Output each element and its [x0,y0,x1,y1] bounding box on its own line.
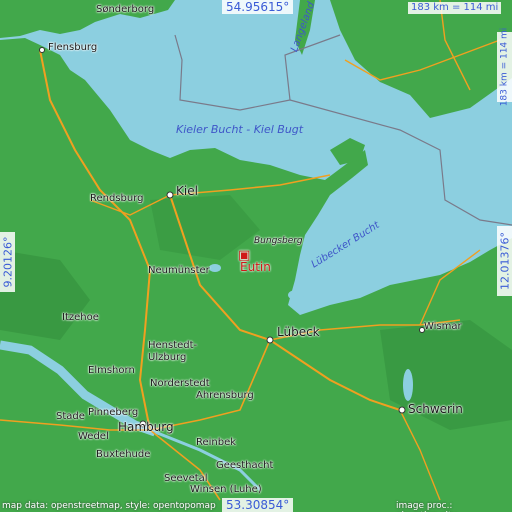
scale-horizontal: 183 km = 114 mi [408,2,502,14]
place-geesthacht: Geesthacht [216,460,274,471]
place-elmshorn: Elmshorn [88,365,135,376]
place-neumuenster: Neumünster [148,265,210,276]
place-norderstedt: Norderstedt [150,378,210,389]
credits-left: map data: openstreetmap, style: opentopo… [2,501,216,511]
place-flensburg: Flensburg [48,42,98,53]
left-longitude: 9.20126° [0,232,15,292]
kieler-bucht-label: Kieler Bucht - Kiel Bugt [176,123,304,136]
place-seevetal: Seevetal [164,473,208,484]
place-kiel: Kiel [176,184,198,198]
marker-label: Eutin [240,260,271,274]
left-longitude-text: 9.20126° [1,236,14,288]
place-wismar: Wismar [424,321,462,332]
scale-vertical-text: 183 km = 114 mi [499,27,509,107]
place-bungsberg: Bungsberg [254,236,303,246]
place-pinneberg: Pinneberg [88,407,139,418]
place-reinbek: Reinbek [196,437,237,448]
scale-vertical: 183 km = 114 mi [497,28,512,106]
place-rendsburg: Rendsburg [90,193,144,204]
map-base [0,0,512,512]
place-ahrensburg: Ahrensburg [196,390,254,401]
place-winsen: Winsen (Luhe) [190,484,262,495]
map-view[interactable]: Kieler Bucht - Kiel Bugt Lübecker Bucht … [0,0,512,512]
place-schwerin: Schwerin [408,402,463,416]
place-henstedt-ulzburg: Henstedt- Ulzburg [148,340,198,363]
place-itzehoe: Itzehoe [62,312,99,323]
place-buxtehude: Buxtehude [96,449,151,460]
credits-bar: map data: openstreetmap, style: opentopo… [0,500,512,512]
place-wedel: Wedel [78,431,109,442]
place-luebeck: Lübeck [277,325,320,339]
top-latitude: 54.95615° [222,0,294,14]
place-sonderborg: Sønderborg [96,4,155,15]
credits-right: image proc.: elevation.city [396,501,457,512]
right-longitude: 12.01376° [497,226,512,296]
right-longitude-text: 12.01376° [498,232,511,290]
place-hamburg: Hamburg [118,420,174,434]
place-stade: Stade [56,411,85,422]
